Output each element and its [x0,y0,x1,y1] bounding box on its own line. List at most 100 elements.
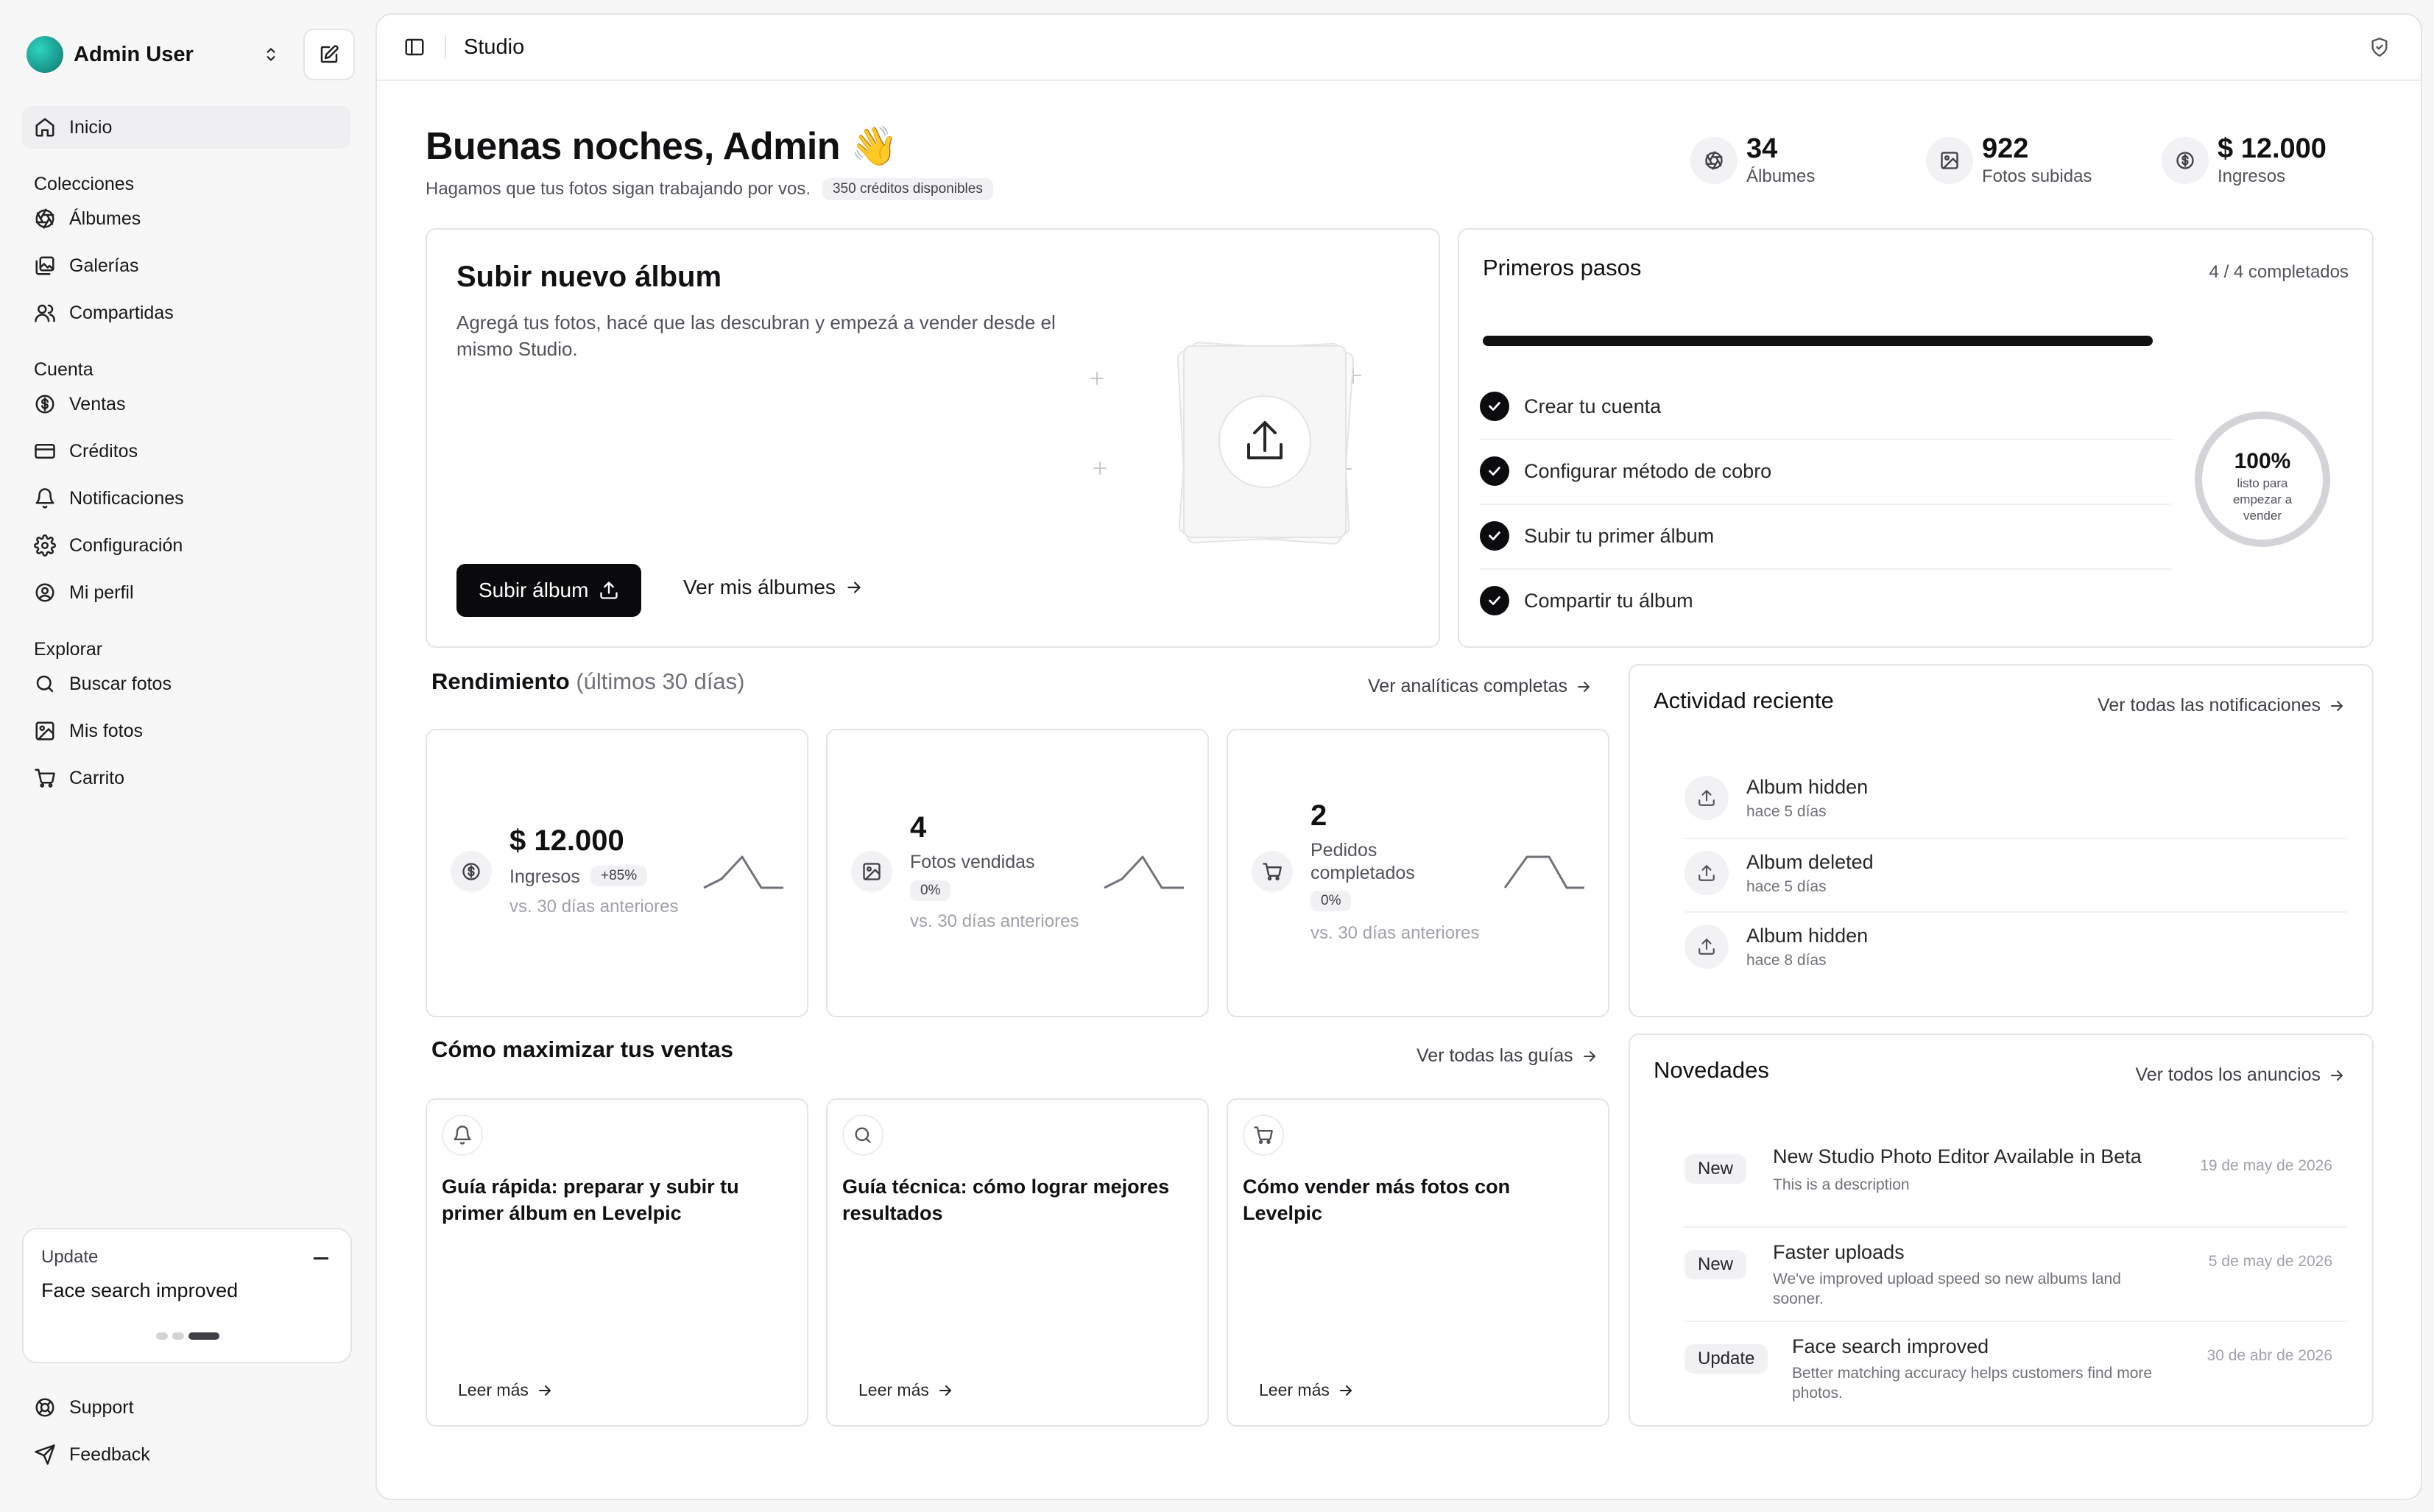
gear-icon [34,534,56,557]
carousel-dot[interactable] [156,1332,168,1340]
perf-comparison: vs. 30 días anteriores [1311,923,1480,943]
read-more-link[interactable]: Leer más [458,1380,554,1400]
arrow-right-icon [1339,1385,1352,1396]
upload-icon [600,582,618,599]
upload-album-button[interactable]: Subir álbum [456,564,642,617]
news-item-desc: Better matching accuracy helps customers… [1792,1365,2153,1402]
performance-period: (últimos 30 días) [576,668,745,694]
step-label: Compartir tu álbum [1524,589,1693,612]
performance-card-ingresos[interactable]: $ 12.000 Ingresos +85% vs. 30 días anter… [426,729,808,1017]
all-guides-link[interactable]: Ver todas las guías [1417,1045,1598,1067]
news-date: 19 de may de 2026 [2200,1157,2332,1174]
performance-card-pedidos[interactable]: 2 Pedidos completados 0% vs. 30 días ant… [1227,729,1609,1017]
activity-item[interactable]: Album hidden hace 5 días [1685,761,2347,835]
sidebar-item-carrito[interactable]: Carrito [22,757,350,799]
steps-count: 4 / 4 completados [2209,262,2349,282]
upload-album-button-label: Subir álbum [479,579,589,601]
sparkline [703,855,783,889]
step-label: Configurar método de cobro [1524,459,1772,482]
life-buoy-icon [35,1398,54,1417]
sparkline [1503,855,1584,889]
update-card[interactable]: Update Face search improved [22,1228,352,1363]
sidebar-item-label: Feedback [69,1444,150,1465]
step-item[interactable]: Configurar método de cobro [1480,439,2172,504]
sidebar-item-support[interactable]: Support [22,1386,350,1429]
shield-check-icon[interactable] [2369,37,2390,57]
sidebar-item-configuracion[interactable]: Configuración [22,524,350,567]
view-albums-link[interactable]: Ver mis álbumes [683,576,864,599]
guide-card[interactable]: Cómo vender más fotos con Levelpic Leer … [1227,1098,1609,1427]
sidebar-item-galerias[interactable]: Galerías [22,244,350,287]
news-item[interactable]: Update Face search improved Better match… [1685,1335,2332,1409]
step-item[interactable]: Subir tu primer álbum [1480,504,2172,568]
guide-card[interactable]: Guía técnica: cómo lograr mejores result… [826,1098,1209,1427]
sidebar-item-ventas[interactable]: Ventas [22,383,350,425]
image-icon [851,851,892,892]
dollar-icon [451,851,492,892]
read-more-link[interactable]: Leer más [1259,1380,1355,1400]
perf-value: 4 [910,811,927,844]
greeting-subtitle-text: Hagamos que tus fotos sigan trabajando p… [426,179,811,199]
bell-icon [35,488,54,509]
performance-card-fotos-vendidas[interactable]: 4 Fotos vendidas 0% vs. 30 días anterior… [826,729,1209,1017]
minimize-icon[interactable] [314,1257,328,1260]
sidebar-item-mi-perfil[interactable]: Mi perfil [22,571,350,614]
user-circle-icon [35,583,54,602]
sidebar-item-label: Notificaciones [69,487,184,509]
carousel-dot-active[interactable] [188,1332,219,1340]
users-icon [35,304,55,322]
news-item-desc: We've improved upload speed so new album… [1773,1271,2121,1308]
image-icon [1926,136,1973,184]
news-item[interactable]: New New Studio Photo Editor Available in… [1685,1145,2332,1219]
activity-title-text: Album hidden [1746,775,1869,798]
guides-title: Cómo maximizar tus ventas [431,1036,734,1062]
read-more-link[interactable]: Leer más [858,1380,954,1400]
activity-item[interactable]: Album deleted hace 5 días [1685,836,2347,910]
compose-button[interactable] [303,29,355,80]
sidebar-item-label: Mis fotos [69,720,144,741]
perf-change-badge: 0% [910,880,951,901]
chevron-up-down-icon[interactable] [255,38,287,71]
news-item-desc: This is a description [1773,1176,1910,1193]
analytics-link[interactable]: Ver analíticas completas [1368,676,1592,697]
group-label-explorar: Explorar [34,639,103,660]
check-icon [1480,586,1509,615]
divider [1685,1321,2347,1322]
activity-title-text: Album deleted [1746,850,1874,873]
guide-title: Cómo vender más fotos con Levelpic [1243,1176,1511,1225]
topbar: Studio [377,15,2421,81]
update-tag: Update [41,1247,99,1267]
sidebar-toggle-icon[interactable] [403,36,426,58]
upload-icon [1685,851,1729,895]
perf-comparison: vs. 30 días anteriores [509,897,679,916]
analytics-link-label: Ver analíticas completas [1368,676,1567,696]
step-item[interactable]: Compartir tu álbum [1480,568,2172,633]
sidebar-item-compartidas[interactable]: Compartidas [22,292,350,334]
activity-item[interactable]: Album hidden hace 8 días [1685,910,2347,983]
all-notifications-link[interactable]: Ver todas las notificaciones [2098,695,2346,716]
guide-card[interactable]: Guía rápida: preparar y subir tu primer … [426,1098,808,1427]
sidebar-item-mis-fotos[interactable]: Mis fotos [22,710,350,752]
news-badge: New [1685,1250,1747,1279]
all-announcements-link[interactable]: Ver todos los anuncios [2135,1064,2346,1086]
cart-icon [1252,851,1293,892]
user-switcher[interactable]: Admin User [27,29,355,80]
sidebar-item-creditos[interactable]: Créditos [22,430,350,473]
read-more-label: Leer más [858,1380,929,1399]
all-guides-label: Ver todas las guías [1417,1045,1573,1066]
search-icon [36,675,54,693]
step-item[interactable]: Crear tu cuenta [1480,374,2172,439]
carousel-dot[interactable] [172,1332,184,1340]
edit-icon [320,45,339,63]
group-label-colecciones: Colecciones [34,174,135,194]
sidebar-item-buscar-fotos[interactable]: Buscar fotos [22,663,350,705]
credits-badge: 350 créditos disponibles [822,178,993,200]
sidebar-item-inicio[interactable]: Inicio [22,106,350,149]
stat-label: Ingresos [2218,166,2286,186]
sidebar-item-label: Compartidas [69,302,174,323]
sidebar-item-feedback[interactable]: Feedback [22,1433,350,1476]
news-item[interactable]: New Faster uploads We've improved upload… [1685,1241,2332,1315]
sidebar-item-notificaciones[interactable]: Notificaciones [22,477,350,520]
stat-ingresos: $ 12.000 Ingresos [2162,133,2327,187]
sidebar-item-albumes[interactable]: Álbumes [22,197,350,240]
